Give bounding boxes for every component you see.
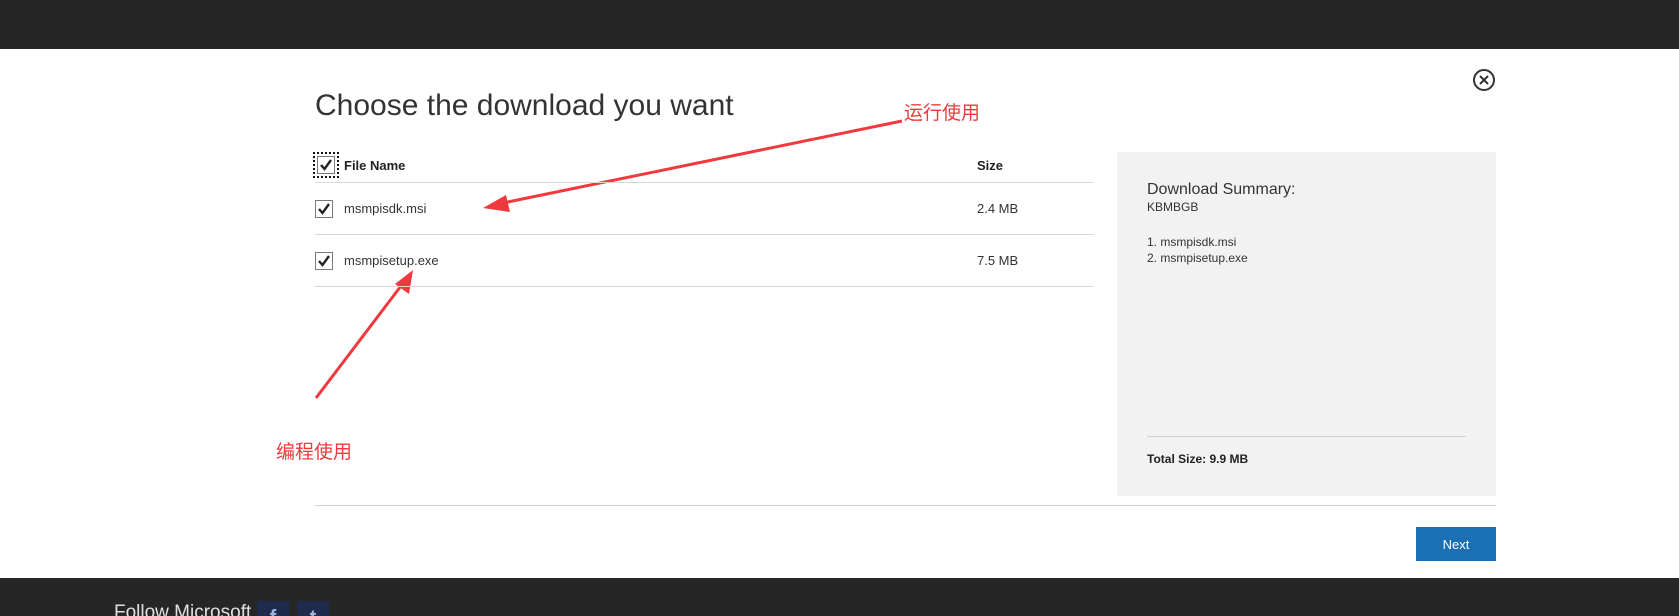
summary-item: 1. msmpisdk.msi bbox=[1147, 235, 1237, 249]
next-button[interactable]: Next bbox=[1416, 527, 1496, 561]
file-name-msmpisetup: msmpisetup.exe bbox=[344, 253, 439, 268]
annotation-programming-label: 编程使用 bbox=[276, 441, 353, 463]
summary-divider bbox=[1147, 436, 1466, 437]
summary-total-size: Total Size: 9.9 MB bbox=[1147, 452, 1249, 466]
file-name-msmpisdk: msmpisdk.msi bbox=[344, 201, 427, 216]
checkmark-icon bbox=[318, 255, 330, 267]
checkmark-icon bbox=[320, 159, 332, 171]
summary-title: Download Summary: bbox=[1147, 181, 1296, 198]
select-all-checkbox[interactable] bbox=[317, 156, 335, 174]
file-size-msmpisetup: 7.5 MB bbox=[977, 253, 1019, 268]
row-checkbox-msmpisdk[interactable] bbox=[315, 200, 333, 218]
file-size-msmpisdk: 2.4 MB bbox=[977, 201, 1019, 216]
row-checkbox-msmpisetup[interactable] bbox=[315, 252, 333, 270]
row-divider bbox=[315, 286, 1094, 287]
arrow-runtime-head bbox=[483, 195, 510, 212]
dialog-footer-divider bbox=[315, 505, 1496, 506]
arrow-runtime bbox=[497, 119, 903, 206]
checkmark-icon bbox=[318, 203, 330, 215]
summary-subtitle: KBMBGB bbox=[1147, 200, 1199, 214]
site-footer: Follow Microsoft f t bbox=[0, 578, 1679, 616]
size-header: Size bbox=[977, 158, 1004, 173]
twitter-icon[interactable]: t bbox=[297, 601, 329, 616]
download-summary-panel: Download Summary: KBMBGB 1. msmpisdk.msi… bbox=[1117, 152, 1496, 496]
summary-item: 2. msmpisetup.exe bbox=[1147, 251, 1248, 265]
row-divider bbox=[315, 234, 1094, 235]
annotation-runtime-label: 运行使用 bbox=[904, 102, 981, 124]
header-divider bbox=[315, 182, 1094, 183]
arrow-programming bbox=[314, 281, 406, 399]
follow-microsoft-text: Follow Microsoft bbox=[114, 602, 252, 616]
facebook-icon[interactable]: f bbox=[257, 601, 289, 616]
file-name-header: File Name bbox=[344, 158, 406, 173]
